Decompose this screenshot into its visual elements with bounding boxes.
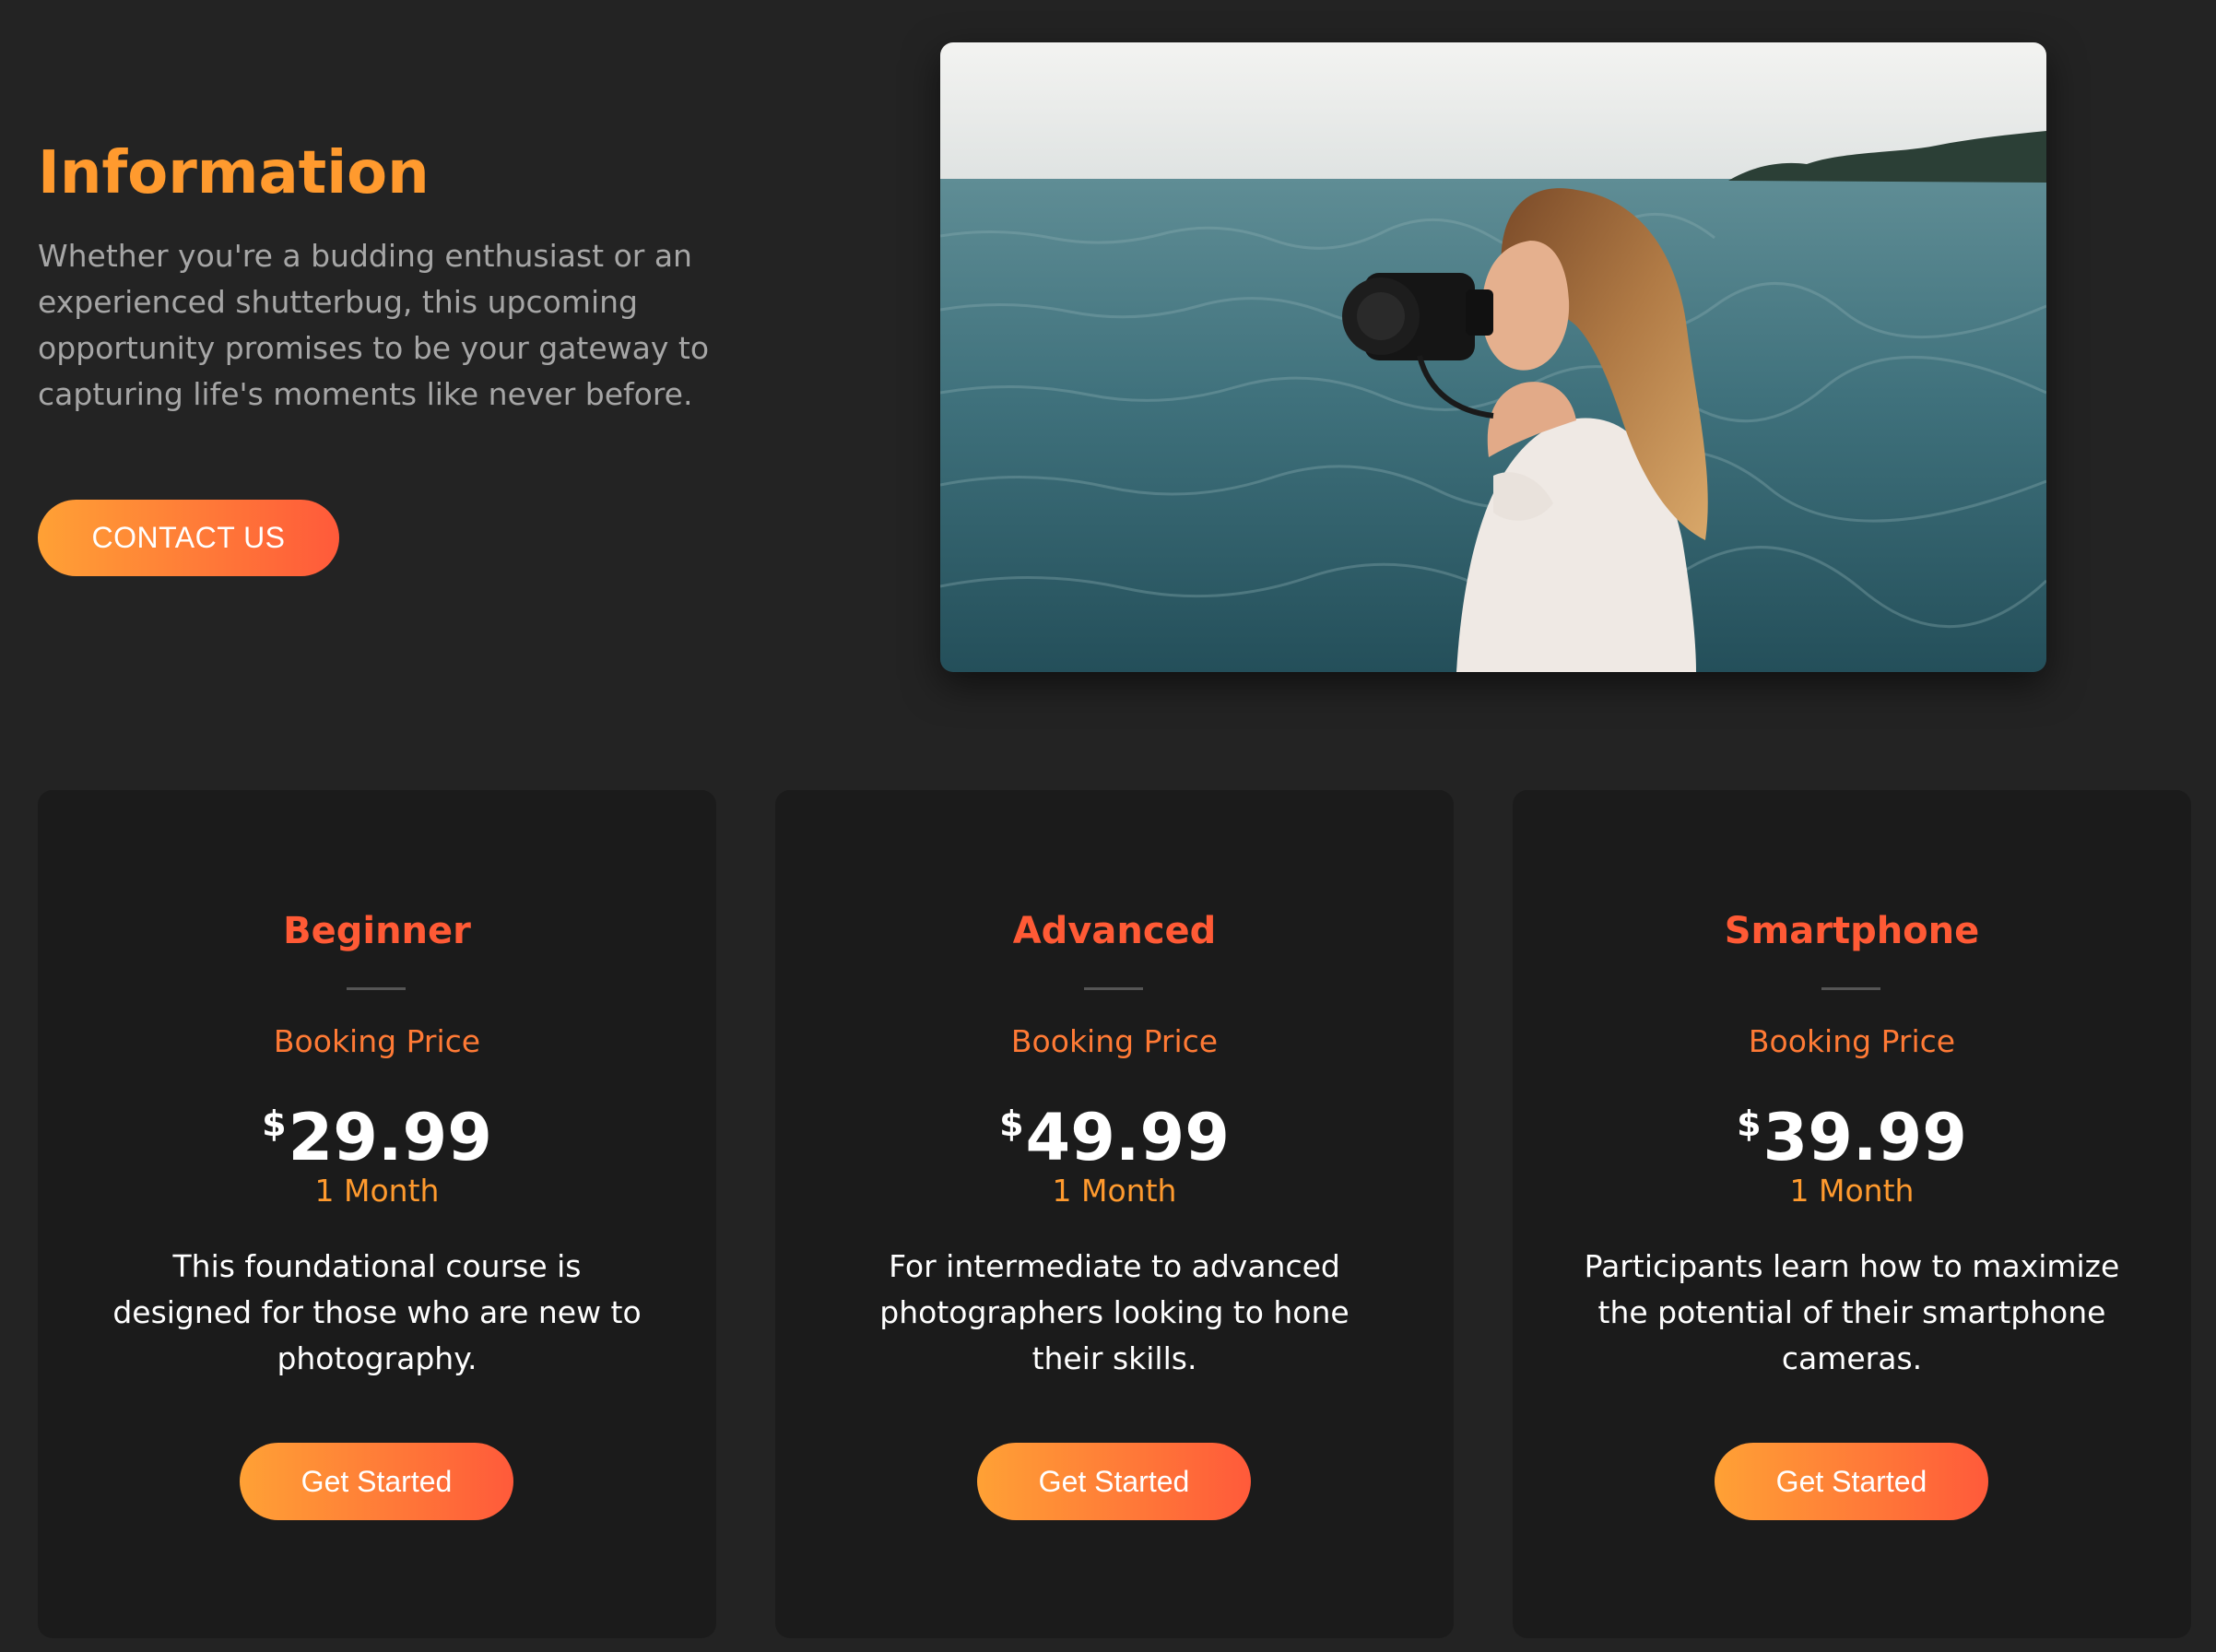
plan-card-advanced: Advanced Booking Price $49.99 1 Month Fo… [775, 790, 1454, 1638]
page: Information Whether you're a budding ent… [0, 0, 2216, 1652]
title-divider [1821, 987, 1880, 990]
currency-symbol: $ [262, 1103, 287, 1144]
plan-subtitle: Booking Price [1010, 1023, 1219, 1059]
plan-price: $49.99 [775, 1087, 1454, 1174]
plan-price: $29.99 [38, 1087, 716, 1174]
get-started-button-advanced[interactable]: Get Started [977, 1443, 1251, 1520]
plan-period: 1 Month [1052, 1173, 1177, 1209]
plan-period: 1 Month [314, 1173, 440, 1209]
title-divider [347, 987, 406, 990]
plan-title: Advanced [1012, 910, 1217, 952]
get-started-button-smartphone[interactable]: Get Started [1715, 1443, 1988, 1520]
plan-period: 1 Month [1789, 1173, 1915, 1209]
info-text: Whether you're a budding enthusiast or a… [38, 237, 710, 412]
photographer-by-sea-image [940, 42, 2046, 672]
plan-description: This foundational course is designed for… [112, 1248, 642, 1376]
plan-title: Beginner [283, 910, 471, 952]
hero-photo [940, 42, 2046, 672]
currency-symbol: $ [1737, 1103, 1762, 1144]
info-section: Information Whether you're a budding ent… [38, 138, 720, 418]
info-title: Information [38, 139, 430, 207]
get-started-button-beginner[interactable]: Get Started [240, 1443, 513, 1520]
plan-price: $39.99 [1513, 1087, 2191, 1174]
contact-us-button[interactable]: CONTACT US [38, 500, 339, 576]
plan-subtitle: Booking Price [1748, 1023, 1956, 1059]
price-value: 49.99 [1025, 1100, 1230, 1175]
plan-description: Participants learn how to maximize the p… [1584, 1248, 2120, 1376]
plan-description: For intermediate to advanced photographe… [879, 1248, 1350, 1376]
plan-card-smartphone: Smartphone Booking Price $39.99 1 Month … [1513, 790, 2191, 1638]
plan-subtitle: Booking Price [273, 1023, 481, 1059]
title-divider [1084, 987, 1143, 990]
plan-title: Smartphone [1724, 910, 1980, 952]
price-value: 29.99 [288, 1100, 492, 1175]
price-value: 39.99 [1762, 1100, 1967, 1175]
plan-card-beginner: Beginner Booking Price $29.99 1 Month Th… [38, 790, 716, 1638]
currency-symbol: $ [999, 1103, 1024, 1144]
